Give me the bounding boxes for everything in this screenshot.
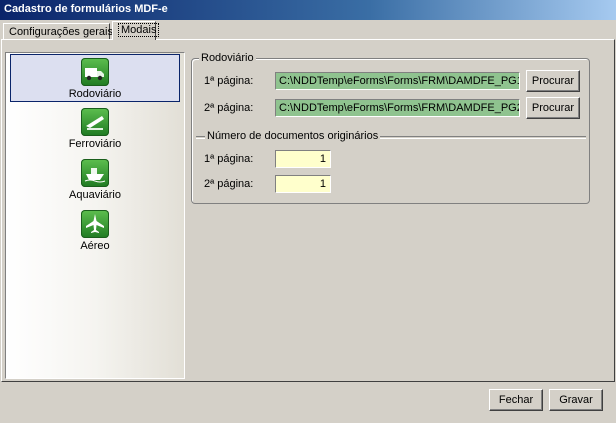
modal-item-ferroviario[interactable]: Ferroviário — [10, 105, 180, 153]
window-title: Cadastro de formulários MDF-e — [4, 3, 168, 15]
page2-path-input[interactable]: C:\NDDTemp\eForms\Forms\FRM\DAMDFE_PG2_ — [275, 99, 520, 117]
train-icon — [81, 108, 109, 136]
originals-separator: Número de documentos originários — [196, 130, 586, 142]
group-title: Rodoviário — [199, 52, 256, 64]
rodoviario-groupbox: Rodoviário 1ª página: C:\NDDTemp\eForms\… — [191, 52, 590, 204]
originals-page2-label: 2ª página: — [204, 178, 254, 190]
tab-label: Modais — [118, 23, 160, 37]
tab-strip: Configurações gerais Modais — [0, 20, 616, 40]
title-bar: Cadastro de formulários MDF-e — [0, 0, 616, 20]
page1-label: 1ª página: — [204, 75, 254, 87]
truck-icon — [81, 58, 109, 86]
page1-path-input[interactable]: C:\NDDTemp\eForms\Forms\FRM\DAMDFE_PG1_ — [275, 72, 520, 90]
main-window: Cadastro de formulários MDF-e Configuraç… — [0, 0, 616, 423]
airplane-icon — [81, 210, 109, 238]
browse-page2-button[interactable]: Procurar — [526, 97, 580, 119]
originals-page1-input[interactable]: 1 — [275, 150, 331, 168]
modal-label: Ferroviário — [68, 138, 122, 150]
modal-label: Aéreo — [80, 240, 110, 252]
modal-item-aereo[interactable]: Aéreo — [10, 207, 180, 255]
modal-item-rodoviario[interactable]: Rodoviário — [10, 54, 180, 102]
modal-item-aquaviario[interactable]: Aquaviário — [10, 156, 180, 204]
tab-configuracoes-gerais[interactable]: Configurações gerais — [3, 23, 113, 40]
modal-label: Rodoviário — [68, 88, 122, 100]
save-button[interactable]: Gravar — [549, 389, 603, 411]
originals-title: Número de documentos originários — [205, 130, 381, 142]
modal-label: Aquaviário — [69, 189, 121, 201]
tab-label: Configurações gerais — [9, 26, 113, 38]
tab-modais[interactable]: Modais — [112, 21, 160, 40]
browse-page1-button[interactable]: Procurar — [526, 70, 580, 92]
close-button[interactable]: Fechar — [489, 389, 543, 411]
page2-label: 2ª página: — [204, 102, 254, 114]
originals-page1-label: 1ª página: — [204, 153, 254, 165]
originals-page2-input[interactable]: 1 — [275, 175, 331, 193]
modal-list: Rodoviário Ferroviário Aquaviário Aéreo — [5, 52, 185, 379]
tab-page-modais: Rodoviário Ferroviário Aquaviário Aéreo … — [1, 39, 615, 382]
ship-icon — [81, 159, 109, 187]
